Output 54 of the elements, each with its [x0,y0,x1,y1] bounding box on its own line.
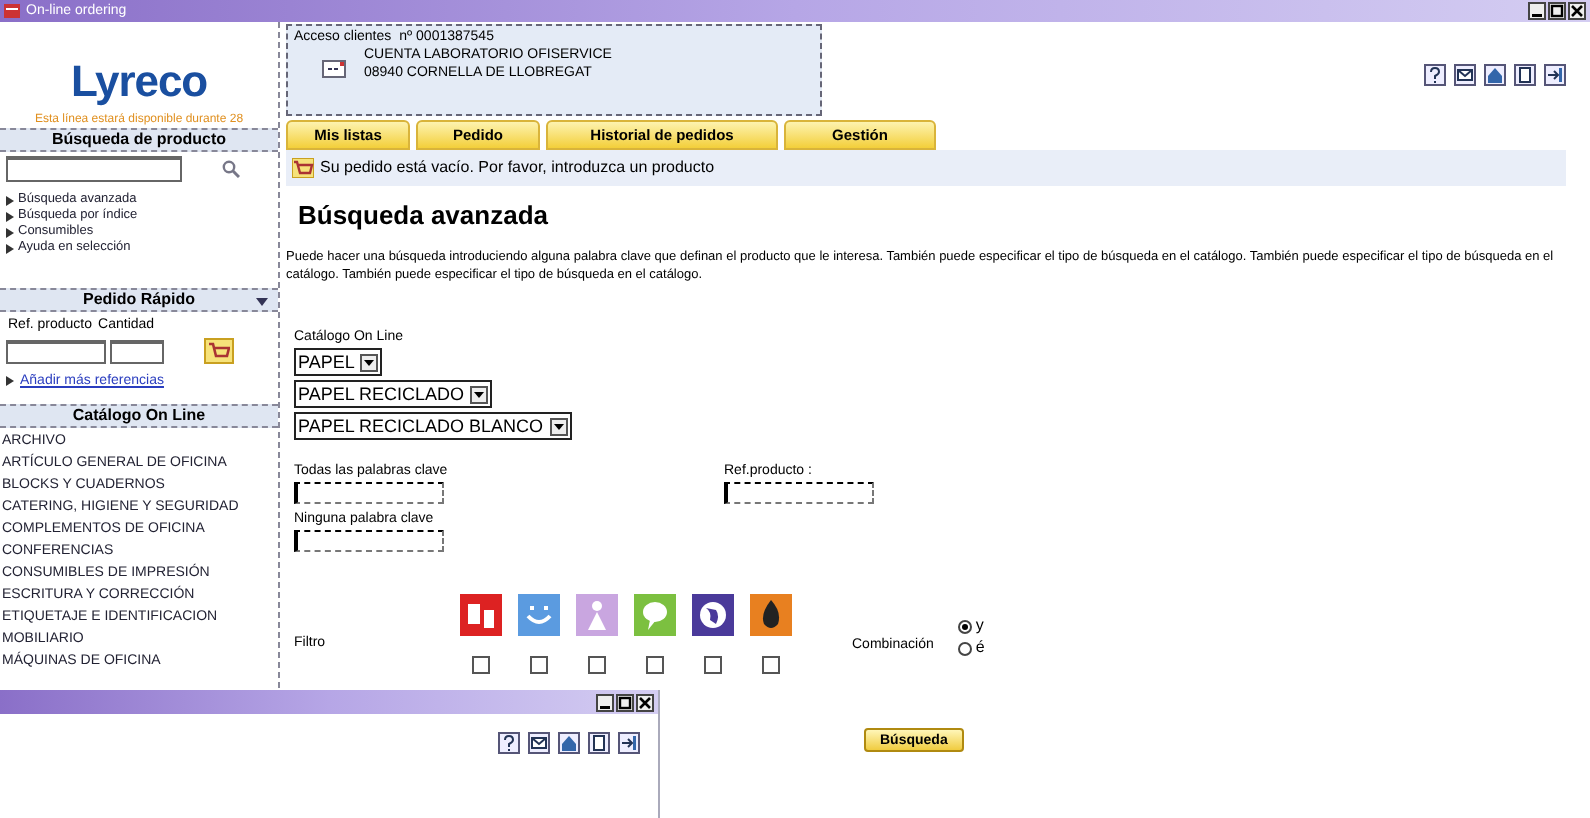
checkbox[interactable] [646,656,664,674]
dropdown-arrow-icon [470,385,489,403]
dropdown-arrow-icon [549,417,568,435]
help-icon [1424,64,1446,86]
bullet-icon [6,227,14,237]
dropdown-arrow-icon [360,353,379,371]
excluded-keywords-field[interactable] [294,530,444,552]
add-to-cart-button[interactable] [204,338,234,364]
section-title: Búsqueda de producto [51,132,227,148]
reference-field[interactable] [724,482,874,504]
document-icon [588,732,610,754]
section-title: Pedido Rápido [83,292,195,308]
bullet-icon [6,195,14,205]
checkbox[interactable] [588,656,606,674]
search-field[interactable] [6,156,182,182]
dropdown[interactable]: PAPEL RECICLADO [294,380,493,408]
dropdown[interactable]: PAPEL [294,348,383,376]
maximize-icon [1548,2,1566,20]
checkbox[interactable] [762,656,780,674]
search-icon [222,160,240,178]
page-heading: Búsqueda avanzada [298,202,548,228]
home-icon [558,732,580,754]
logo: Lyreco [70,60,208,104]
radio-option[interactable]: é [957,640,985,656]
minimize-icon [596,693,614,711]
mail-icon [1454,64,1476,86]
help-icon [498,732,520,754]
checkbox[interactable] [530,656,548,674]
bullet-icon [6,243,14,253]
close-icon [1568,2,1586,20]
cart-icon [208,342,230,360]
reference-field[interactable] [6,339,106,363]
mail-icon [528,732,550,754]
exit-icon [1544,64,1566,86]
minimize-icon [1528,2,1546,20]
envelope-icon [322,59,346,77]
quantity-field[interactable] [110,339,164,363]
section-title: Catálogo On Line [72,408,206,424]
cart-icon [292,158,314,178]
checkbox[interactable] [472,656,490,674]
document-icon [1514,64,1536,86]
keywords-field[interactable] [294,482,444,504]
message-text: Su pedido está vacío. Por favor, introduzca un producto [320,160,715,176]
bullet-icon [6,211,14,221]
close-icon [636,693,654,711]
exit-icon [618,732,640,754]
caret-icon [256,298,268,306]
dropdown[interactable]: PAPEL RECICLADO BLANCO [294,412,572,440]
checkbox[interactable] [704,656,722,674]
home-icon [1484,64,1506,86]
bullet-icon [6,376,14,386]
app-icon [4,4,20,18]
maximize-icon [616,693,634,711]
radio-option[interactable]: y [957,618,985,634]
